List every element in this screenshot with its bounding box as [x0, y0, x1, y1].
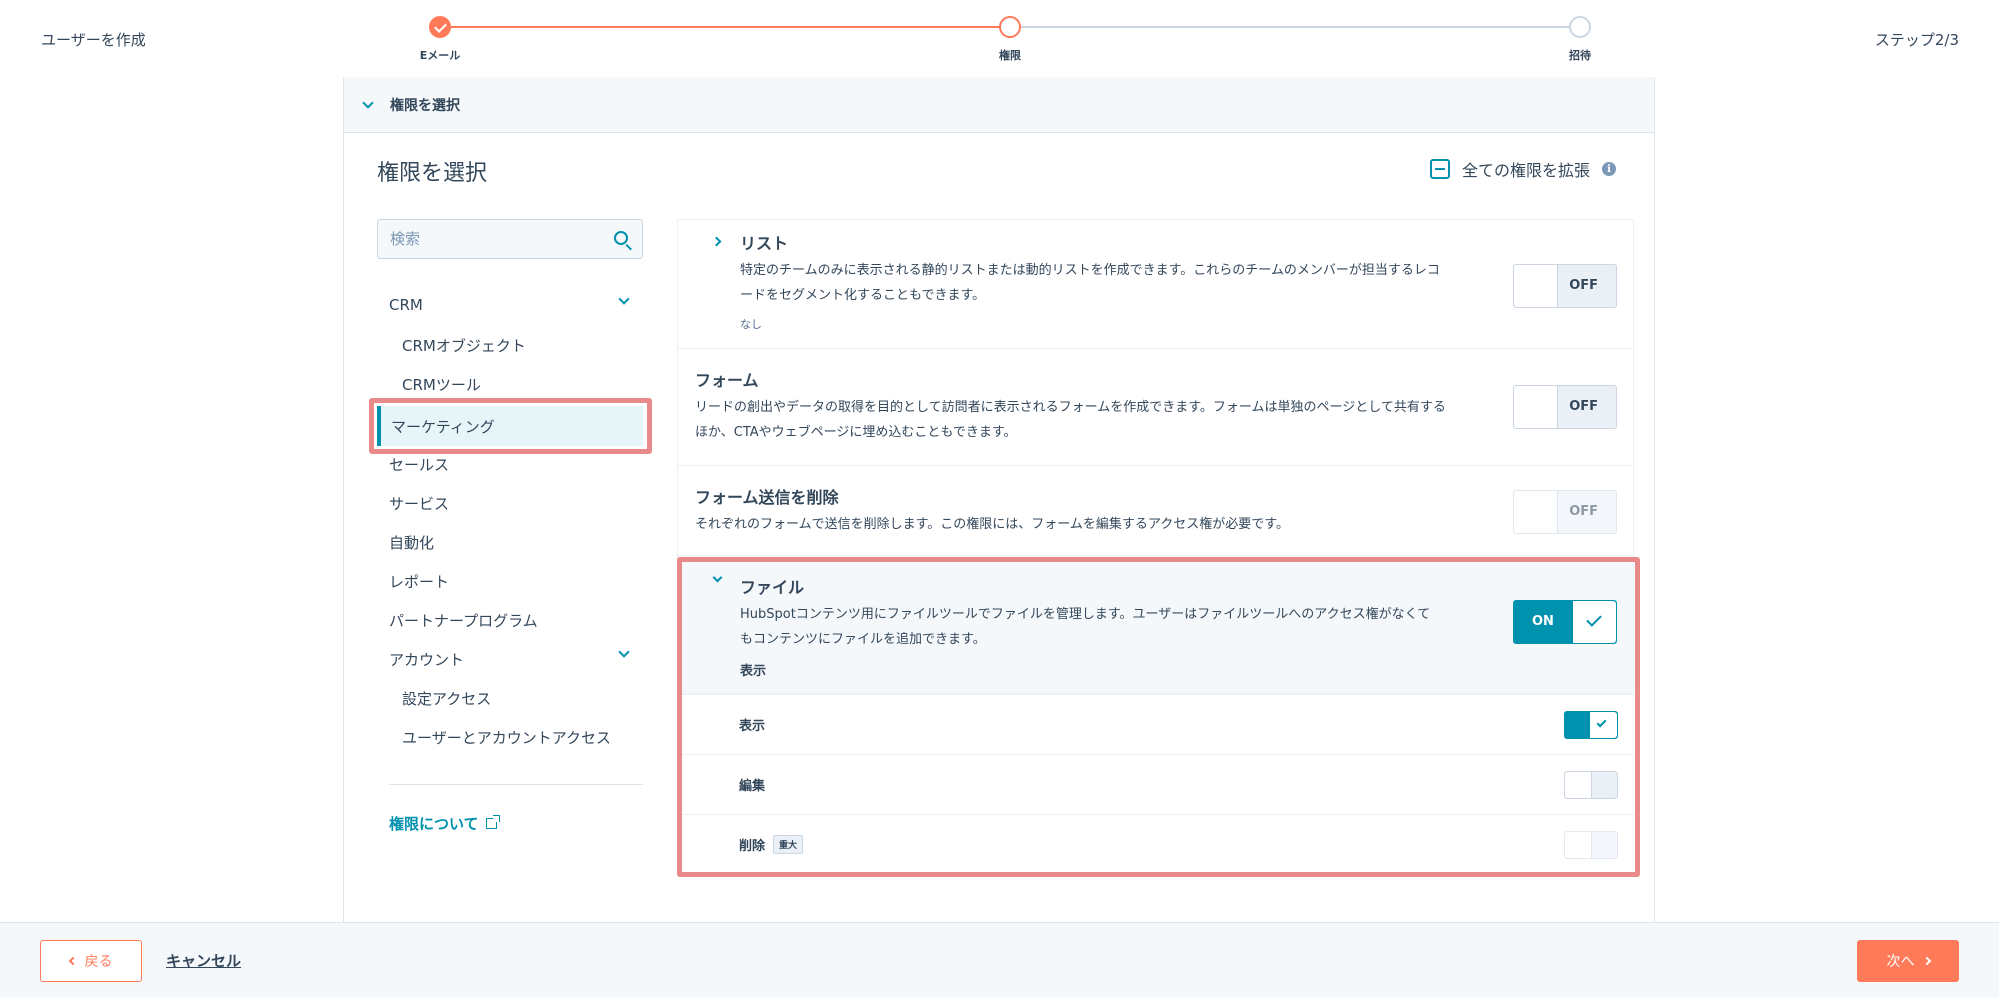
- sidebar-item-account[interactable]: アカウント: [389, 649, 464, 670]
- step-counter: ステップ2/3: [1874, 31, 1959, 49]
- sidebar-divider: [389, 784, 643, 785]
- toggle-knob: [1565, 832, 1592, 858]
- search-input[interactable]: [390, 230, 600, 248]
- step-permissions-dot: [999, 16, 1021, 38]
- permission-description: それぞれのフォームで送信を削除します。この権限には、フォームを編集するアクセス権…: [695, 517, 1289, 532]
- sub-permission-label: 削除 重大: [739, 835, 804, 854]
- stepper-progress-line: [440, 26, 1010, 28]
- back-button-label: 戻る: [84, 954, 113, 970]
- delete-toggle[interactable]: [1564, 831, 1618, 859]
- cancel-button[interactable]: キャンセル: [166, 950, 241, 971]
- permission-level: 表示: [740, 664, 767, 679]
- sidebar-item-reports[interactable]: レポート: [389, 571, 449, 592]
- annotation-highlight-marketing: [369, 398, 652, 454]
- toggle-knob: [1565, 772, 1592, 798]
- footer-bar: 戻る キャンセル 次へ: [0, 922, 1999, 997]
- check-icon: [1596, 717, 1607, 728]
- sidebar-item-settings-access[interactable]: 設定アクセス: [402, 688, 491, 709]
- search-field[interactable]: [377, 219, 643, 259]
- search-icon[interactable]: [614, 231, 628, 245]
- permission-row-form-delete: フォーム送信を削除 それぞれのフォームで送信を削除します。この権限には、フォーム…: [677, 466, 1634, 556]
- sidebar-item-automation[interactable]: 自動化: [389, 532, 434, 553]
- panel-title: 権限を選択: [377, 161, 488, 186]
- check-icon: [1586, 611, 1602, 627]
- critical-badge: 重大: [773, 835, 804, 854]
- toggle-knob: [1572, 601, 1616, 643]
- next-button-label: 次へ: [1886, 954, 1915, 970]
- step-label-email: Eメール: [419, 49, 461, 62]
- chevron-down-icon[interactable]: [362, 96, 374, 109]
- edit-toggle[interactable]: [1564, 771, 1618, 799]
- permissions-card: 権限を選択 権限を選択 全ての権限を拡張 i CRM CRMオブジェクト CRM…: [343, 77, 1655, 922]
- toggle-knob: [1514, 491, 1558, 533]
- permission-description: 特定のチームのみに表示される静的リストまたは動的リストを作成できます。これらのチ…: [740, 263, 1440, 303]
- permission-title: フォーム: [695, 371, 759, 390]
- form-toggle[interactable]: OFF: [1513, 385, 1617, 429]
- sidebar-item-crm-tools[interactable]: CRMツール: [402, 374, 481, 395]
- chevron-down-icon[interactable]: [618, 293, 630, 305]
- permission-title[interactable]: リスト: [740, 230, 788, 254]
- sidebar-item-crm[interactable]: CRM: [389, 296, 423, 314]
- permission-description: リードの創出やデータの取得を目的として訪問者に表示されるフォームを作成できます。…: [695, 400, 1446, 440]
- info-icon[interactable]: i: [1602, 162, 1616, 176]
- permission-row-form: フォーム リードの創出やデータの取得を目的として訪問者に表示されるフォームを作成…: [677, 349, 1634, 466]
- toggle-label: ON: [1532, 614, 1554, 629]
- chevron-down-icon[interactable]: [712, 572, 723, 583]
- step-invite-dot: [1569, 16, 1591, 38]
- file-sub-permission-delete: 削除 重大: [677, 814, 1634, 874]
- sidebar-item-user-account-access[interactable]: ユーザーとアカウントアクセス: [402, 727, 611, 748]
- indeterminate-checkbox-icon[interactable]: [1429, 159, 1450, 179]
- permission-list: リスト 特定のチームのみに表示される静的リストまたは動的リストを作成できます。こ…: [677, 219, 1634, 874]
- permission-row-file: ファイル HubSpotコンテンツ用にファイルツールでファイルを管理します。ユー…: [677, 556, 1634, 694]
- chevron-down-icon[interactable]: [618, 646, 630, 658]
- toggle-knob: [1590, 712, 1617, 738]
- step-label-permissions: 権限: [999, 49, 1021, 62]
- file-sub-permission-edit: 編集: [677, 754, 1634, 814]
- back-button[interactable]: 戻る: [40, 940, 142, 982]
- view-toggle[interactable]: [1564, 711, 1618, 739]
- toggle-label: OFF: [1569, 399, 1598, 414]
- stepper-remaining-line: [1010, 26, 1580, 28]
- step-label-invite: 招待: [1569, 49, 1591, 62]
- about-permissions-label: 権限について: [389, 815, 479, 833]
- permission-row-list: リスト 特定のチームのみに表示される静的リストまたは動的リストを作成できます。こ…: [677, 219, 1634, 349]
- sidebar-item-crm-objects[interactable]: CRMオブジェクト: [402, 335, 526, 356]
- form-delete-toggle[interactable]: OFF: [1513, 490, 1617, 534]
- next-button[interactable]: 次へ: [1857, 940, 1959, 982]
- chevron-right-icon: [1922, 956, 1931, 966]
- page-title: ユーザーを作成: [41, 31, 146, 49]
- section-header-label: 権限を選択: [390, 97, 460, 114]
- list-toggle[interactable]: OFF: [1513, 264, 1617, 308]
- sidebar-item-service[interactable]: サービス: [389, 493, 449, 514]
- expand-all-permissions[interactable]: 全ての権限を拡張 i: [1429, 157, 1616, 181]
- sidebar-item-sales[interactable]: セールス: [389, 454, 449, 475]
- permission-level: なし: [740, 318, 762, 331]
- toggle-label: OFF: [1569, 504, 1598, 519]
- toggle-knob: [1514, 386, 1558, 428]
- expand-all-label: 全ての権限を拡張: [1461, 161, 1590, 180]
- sub-permission-label: 表示: [739, 719, 766, 734]
- section-header[interactable]: 権限を選択: [344, 77, 1654, 133]
- sidebar-item-partner-program[interactable]: パートナープログラム: [389, 610, 538, 631]
- chevron-right-icon[interactable]: [711, 236, 722, 247]
- toggle-label: OFF: [1569, 278, 1598, 293]
- permission-description: HubSpotコンテンツ用にファイルツールでファイルを管理します。ユーザーはファ…: [740, 607, 1431, 647]
- about-permissions-link[interactable]: 権限について: [389, 813, 500, 834]
- permission-title[interactable]: ファイル: [740, 574, 804, 598]
- file-toggle[interactable]: ON: [1513, 600, 1617, 644]
- toggle-knob: [1514, 265, 1558, 307]
- external-link-icon: [485, 815, 500, 829]
- file-sub-permission-view: 表示: [677, 694, 1634, 754]
- chevron-left-icon: [68, 956, 77, 966]
- step-email-check-icon: [429, 16, 451, 38]
- top-bar: ユーザーを作成 Eメール 権限 招待 ステップ2/3: [0, 0, 1999, 77]
- permission-title: フォーム送信を削除: [695, 488, 839, 507]
- sub-permission-text: 削除: [739, 839, 766, 854]
- sub-permission-label: 編集: [739, 779, 766, 794]
